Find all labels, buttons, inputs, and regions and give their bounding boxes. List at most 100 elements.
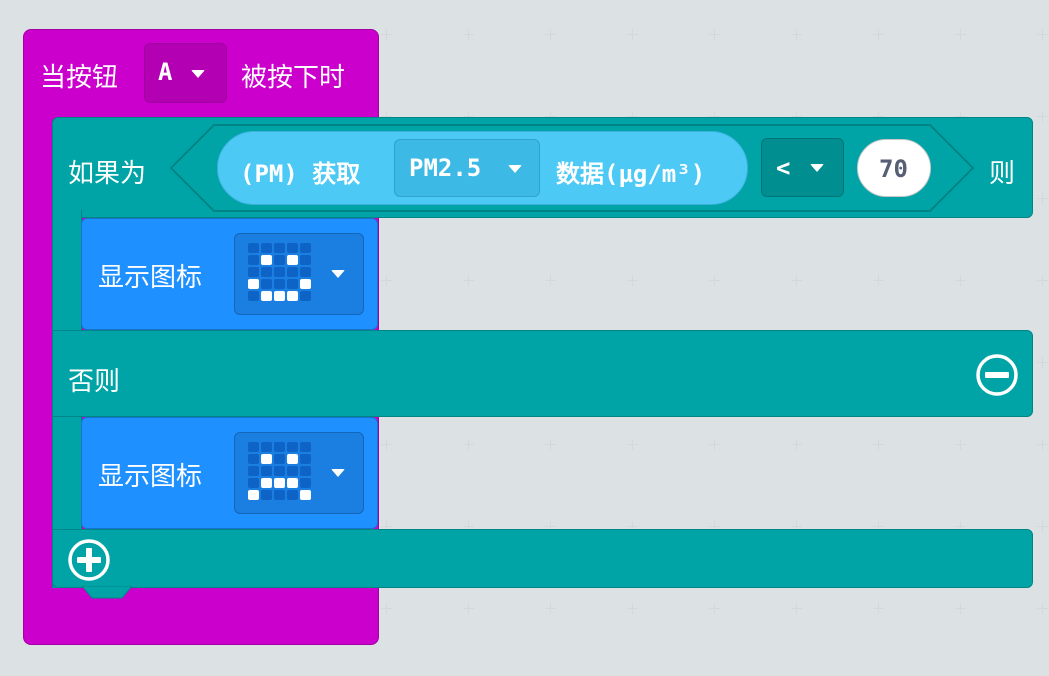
- on-button-suffix: 被按下时: [241, 63, 346, 93]
- sensor-suffix: 数据(µg/m³): [556, 160, 706, 188]
- led-off: [274, 255, 285, 265]
- led-on: [261, 291, 272, 301]
- led-on: [287, 255, 298, 265]
- led-on: [274, 478, 285, 488]
- icon-picker-dropdown[interactable]: [234, 432, 364, 514]
- led-off: [287, 243, 298, 253]
- show-icon-block-2[interactable]: 显示图标: [81, 417, 378, 529]
- caret-down-icon: [331, 270, 345, 278]
- led-off: [261, 466, 272, 476]
- sensor-prefix: (PM) 获取: [240, 160, 361, 188]
- caret-down-icon: [810, 164, 824, 172]
- led-off: [248, 267, 259, 277]
- grid-cross: [463, 439, 474, 450]
- led-off: [274, 490, 285, 500]
- pm-type-dropdown[interactable]: PM2.5: [394, 139, 540, 197]
- grid-cross: [381, 603, 392, 614]
- grid-cross: [791, 439, 802, 450]
- show-icon-label: 显示图标: [98, 263, 203, 293]
- led-off: [274, 442, 285, 452]
- plus-circle-icon[interactable]: [67, 538, 111, 582]
- led-off: [261, 279, 272, 289]
- grid-cross: [381, 275, 392, 286]
- led-on: [300, 279, 311, 289]
- led-off: [248, 478, 259, 488]
- icon-picker-dropdown[interactable]: [234, 233, 364, 315]
- caret-down-icon: [331, 469, 345, 477]
- grid-cross: [627, 29, 638, 40]
- grid-cross: [545, 275, 556, 286]
- pm-sensor-reporter[interactable]: (PM) 获取 PM2.5 数据(µg/m³): [217, 131, 748, 205]
- grid-cross: [873, 275, 884, 286]
- grid-cross: [873, 603, 884, 614]
- else-label: 否则: [68, 367, 121, 397]
- grid-cross: [627, 275, 638, 286]
- grid-cross: [791, 275, 802, 286]
- led-off: [300, 291, 311, 301]
- grid-cross: [709, 439, 720, 450]
- led-off: [287, 442, 298, 452]
- block-notch: [82, 586, 133, 599]
- led-matrix-1: [248, 243, 311, 301]
- led-off: [274, 454, 285, 464]
- grid-cross: [381, 439, 392, 450]
- led-off: [274, 466, 285, 476]
- threshold-value: 70: [879, 155, 908, 183]
- caret-down-icon: [508, 165, 522, 173]
- grid-cross: [955, 603, 966, 614]
- led-off: [261, 267, 272, 277]
- led-off: [248, 466, 259, 476]
- led-off: [300, 255, 311, 265]
- led-off: [287, 466, 298, 476]
- led-matrix-2: [248, 442, 311, 500]
- led-off: [248, 442, 259, 452]
- led-off: [248, 243, 259, 253]
- led-on: [261, 478, 272, 488]
- led-on: [274, 291, 285, 301]
- grid-cross: [1037, 357, 1048, 368]
- led-off: [248, 291, 259, 301]
- led-off: [274, 279, 285, 289]
- then-label: 则: [989, 159, 1016, 189]
- led-off: [287, 490, 298, 500]
- grid-cross: [1037, 439, 1048, 450]
- led-on: [287, 478, 298, 488]
- grid-cross: [1037, 111, 1048, 122]
- led-off: [274, 243, 285, 253]
- compare-operator-dropdown[interactable]: <: [761, 138, 844, 197]
- led-off: [261, 490, 272, 500]
- show-icon-block-1[interactable]: 显示图标: [81, 218, 378, 330]
- led-off: [300, 454, 311, 464]
- grid-cross: [1037, 29, 1048, 40]
- led-off: [300, 478, 311, 488]
- on-button-prefix: 当按钮: [40, 63, 119, 93]
- grid-cross: [545, 603, 556, 614]
- led-on: [287, 291, 298, 301]
- grid-cross: [463, 29, 474, 40]
- grid-cross: [791, 603, 802, 614]
- compare-operator-value: <: [776, 154, 791, 182]
- led-off: [287, 267, 298, 277]
- grid-cross: [955, 29, 966, 40]
- grid-cross: [627, 603, 638, 614]
- grid-cross: [709, 29, 720, 40]
- led-on: [248, 279, 259, 289]
- grid-cross: [873, 439, 884, 450]
- pm-type-value: PM2.5: [409, 154, 482, 182]
- grid-cross: [709, 603, 720, 614]
- grid-cross: [1037, 275, 1048, 286]
- button-selector-dropdown[interactable]: A: [144, 43, 227, 103]
- show-icon-label: 显示图标: [98, 462, 203, 492]
- grid-cross: [873, 29, 884, 40]
- grid-cross: [1037, 193, 1048, 204]
- threshold-number-input[interactable]: 70: [857, 139, 931, 197]
- led-off: [261, 442, 272, 452]
- led-off: [274, 267, 285, 277]
- led-on: [287, 454, 298, 464]
- minus-circle-icon[interactable]: [975, 353, 1019, 397]
- led-off: [300, 243, 311, 253]
- led-off: [300, 267, 311, 277]
- grid-cross: [955, 439, 966, 450]
- led-on: [261, 454, 272, 464]
- led-on: [300, 490, 311, 500]
